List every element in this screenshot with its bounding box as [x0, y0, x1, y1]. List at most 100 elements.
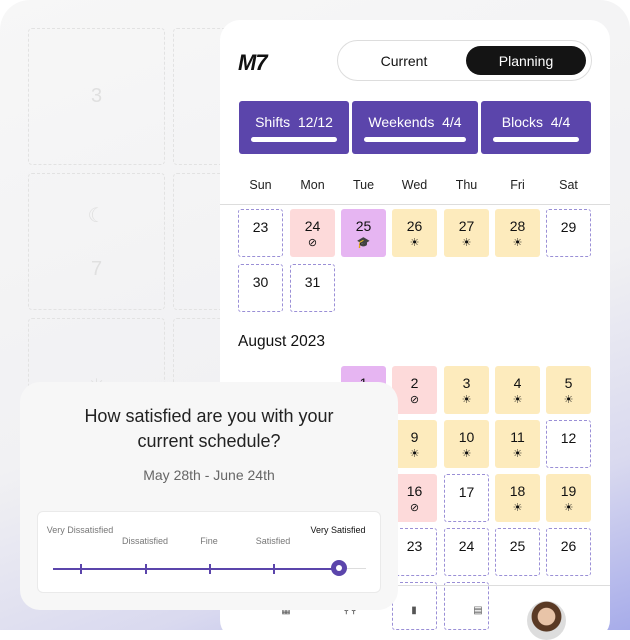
calendar-day[interactable]: 12 [546, 420, 591, 468]
ghost-day: 7 [90, 257, 103, 280]
satisfaction-survey-card: How satisfied are you with your current … [20, 382, 398, 610]
unavailable-icon: ⊘ [409, 502, 420, 514]
calendar-day[interactable]: 4 ☀ [495, 366, 540, 414]
stat-value: 4/4 [550, 114, 571, 130]
calendar-day[interactable]: 16 ⊘ [392, 474, 437, 522]
m7-logo: M7 [238, 50, 268, 75]
calendar-day[interactable]: 19 ☀ [546, 474, 591, 522]
calendar-day[interactable]: 31 [290, 264, 335, 312]
day-number: 26 [406, 218, 423, 234]
sun-icon: ☀ [461, 448, 472, 460]
day-number: 27 [458, 218, 475, 234]
ghost-cell: ☾ 7 [28, 173, 165, 310]
satisfaction-slider[interactable]: Very Dissatisfied Dissatisfied Fine Satisfi… [37, 511, 381, 593]
unavailable-icon: ⊘ [307, 237, 318, 249]
slider-tick [209, 564, 211, 574]
calendar-day[interactable]: 30 [238, 264, 283, 312]
calendar-day[interactable]: 2 ⊘ [392, 366, 437, 414]
stat-label: Blocks [501, 114, 543, 130]
day-number: 5 [564, 375, 573, 391]
day-number: 11 [510, 429, 525, 445]
calendar-day[interactable]: 10 ☀ [444, 420, 489, 468]
sun-icon: ☀ [512, 502, 523, 514]
calendar-day[interactable]: 3 ☀ [444, 366, 489, 414]
toggle-planning[interactable]: Planning [466, 46, 586, 75]
calendar-day[interactable]: 27 ☀ [444, 209, 489, 257]
weekday-header: Wed [401, 178, 428, 192]
calendar-day[interactable]: 24 ⊘ [290, 209, 335, 257]
progress-bar [364, 137, 466, 142]
avatar[interactable] [527, 601, 566, 640]
day-number: 28 [509, 218, 526, 234]
sun-icon: ☀ [409, 448, 420, 460]
stat-shifts[interactable]: Shifts 12/12 [239, 101, 349, 154]
sun-icon: ☀ [461, 237, 472, 249]
slider-tick [273, 564, 275, 574]
stat-label: Weekends [368, 114, 435, 130]
day-number: 2 [410, 375, 419, 391]
day-number: 30 [252, 274, 269, 290]
day-number: 17 [458, 484, 475, 500]
divider [220, 204, 610, 205]
day-number: 10 [458, 429, 475, 445]
slider-option-label: Satisfied [255, 536, 291, 546]
day-number: 23 [406, 538, 423, 554]
calendar-day[interactable]: 23 [238, 209, 283, 257]
weekday-header: Mon [300, 178, 325, 192]
day-number: 9 [410, 429, 419, 445]
sun-icon: ☀ [512, 448, 523, 460]
day-number: 29 [560, 219, 577, 235]
graduation-cap-icon: 🎓 [356, 237, 371, 249]
day-number: 16 [406, 483, 423, 499]
survey-date-range: May 28th - June 24th [143, 467, 275, 483]
stat-label: Shifts [255, 114, 291, 130]
calendar-day[interactable]: 24 [444, 528, 489, 576]
slider-track[interactable] [53, 568, 340, 570]
calendar-day[interactable]: 25 [495, 528, 540, 576]
calendar-day[interactable]: 28 ☀ [495, 209, 540, 257]
day-number: 23 [252, 219, 269, 235]
day-number: 25 [355, 218, 372, 234]
slider-option-label: Very Satisfied [310, 525, 366, 535]
slider-option-label: Very Dissatisfied [46, 525, 114, 535]
sun-icon: ☀ [409, 237, 420, 249]
progress-bar [493, 137, 579, 142]
slider-tick [80, 564, 82, 574]
view-toggle: Current Planning [337, 40, 592, 81]
calendar-day[interactable]: 23 [392, 528, 437, 576]
feedback-icon[interactable]: ▤ [448, 605, 508, 616]
day-number: 3 [462, 375, 471, 391]
slider-handle[interactable] [331, 560, 347, 576]
calendar-day[interactable]: 17 [444, 474, 489, 522]
toggle-current[interactable]: Current [344, 46, 464, 75]
calendar-day[interactable]: 11 ☀ [495, 420, 540, 468]
slider-tick [145, 564, 147, 574]
unavailable-icon: ⊘ [409, 394, 420, 406]
weekday-header: Sat [559, 178, 578, 192]
month-title: August 2023 [238, 333, 326, 350]
moon-icon: ☾ [87, 204, 106, 227]
survey-question: How satisfied are you with your current … [84, 406, 334, 451]
calendar-day[interactable]: 26 [546, 528, 591, 576]
stat-blocks[interactable]: Blocks 4/4 [481, 101, 591, 154]
day-number: 24 [458, 538, 475, 554]
slider-option-label: Fine [200, 536, 218, 546]
calendar-day[interactable]: 5 ☀ [546, 366, 591, 414]
weekday-header: Fri [510, 178, 525, 192]
calendar-day[interactable]: 29 [546, 209, 591, 257]
sun-icon: ☀ [461, 394, 472, 406]
progress-bar [251, 137, 337, 142]
day-number: 12 [560, 430, 577, 446]
sun-icon: ☀ [512, 394, 523, 406]
stat-weekends[interactable]: Weekends 4/4 [352, 101, 478, 154]
statistics-icon[interactable]: ▮ [384, 605, 444, 616]
stat-value: 4/4 [442, 114, 462, 130]
calendar-day[interactable]: 18 ☀ [495, 474, 540, 522]
calendar-day[interactable]: 9 ☀ [392, 420, 437, 468]
calendar-day[interactable]: 25 🎓 [341, 209, 386, 257]
day-number: 24 [304, 218, 321, 234]
calendar-day[interactable]: 26 ☀ [392, 209, 437, 257]
day-number: 25 [509, 538, 526, 554]
day-number: 19 [560, 483, 577, 499]
sun-icon: ☀ [563, 394, 574, 406]
